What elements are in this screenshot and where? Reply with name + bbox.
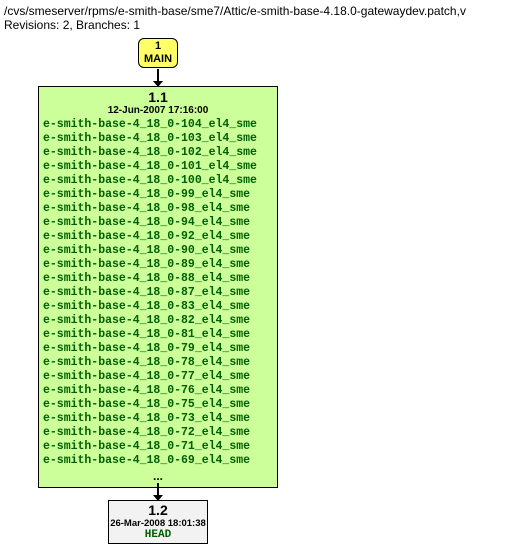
revision-node-1-2[interactable]: 1.2 26-Mar-2008 18:01:38 HEAD xyxy=(108,500,208,544)
tag-item: e-smith-base-4_18_0-87_el4_sme xyxy=(43,286,273,300)
tag-item: e-smith-base-4_18_0-79_el4_sme xyxy=(43,342,273,356)
tag-item: e-smith-base-4_18_0-76_el4_sme xyxy=(43,384,273,398)
tag-item: e-smith-base-4_18_0-77_el4_sme xyxy=(43,370,273,384)
tag-item: e-smith-base-4_18_0-72_el4_sme xyxy=(43,426,273,440)
tag-item: e-smith-base-4_18_0-71_el4_sme xyxy=(43,440,273,454)
header: /cvs/smeserver/rpms/e-smith-base/sme7/At… xyxy=(0,0,512,34)
tag-item: e-smith-base-4_18_0-90_el4_sme xyxy=(43,244,273,258)
tag-item: e-smith-base-4_18_0-83_el4_sme xyxy=(43,300,273,314)
tag-item: e-smith-base-4_18_0-88_el4_sme xyxy=(43,272,273,286)
tag-item: e-smith-base-4_18_0-101_el4_sme xyxy=(43,160,273,174)
graph-canvas: 1 MAIN 1.1 12-Jun-2007 17:16:00 e-smith-… xyxy=(0,34,512,546)
arrow-icon xyxy=(157,69,159,81)
branch-node-main[interactable]: 1 MAIN xyxy=(138,38,178,68)
tag-item: e-smith-base-4_18_0-104_el4_sme xyxy=(43,118,273,132)
revision-version: 1.1 xyxy=(39,87,277,105)
tag-item: e-smith-base-4_18_0-81_el4_sme xyxy=(43,328,273,342)
tag-item: e-smith-base-4_18_0-99_el4_sme xyxy=(43,188,273,202)
rev-summary: Revisions: 2, Branches: 1 xyxy=(4,18,508,32)
branch-label: MAIN xyxy=(139,53,177,66)
branch-number: 1 xyxy=(139,40,177,53)
tag-item: e-smith-base-4_18_0-82_el4_sme xyxy=(43,314,273,328)
tag-item: e-smith-base-4_18_0-100_el4_sme xyxy=(43,174,273,188)
tag-item: e-smith-base-4_18_0-75_el4_sme xyxy=(43,398,273,412)
tag-item: e-smith-base-4_18_0-69_el4_sme xyxy=(43,454,273,468)
revision-node-1-1[interactable]: 1.1 12-Jun-2007 17:16:00 e-smith-base-4_… xyxy=(38,86,278,488)
tag-item: e-smith-base-4_18_0-92_el4_sme xyxy=(43,230,273,244)
revision-date: 26-Mar-2008 18:01:38 xyxy=(109,518,207,529)
arrow-icon xyxy=(157,483,159,495)
tag-list: e-smith-base-4_18_0-104_el4_sme e-smith-… xyxy=(39,118,277,468)
tag-item: e-smith-base-4_18_0-102_el4_sme xyxy=(43,146,273,160)
file-path: /cvs/smeserver/rpms/e-smith-base/sme7/At… xyxy=(4,4,508,18)
tags-ellipsis: ... xyxy=(39,468,277,483)
tag-item: e-smith-base-4_18_0-94_el4_sme xyxy=(43,216,273,230)
revision-version: 1.2 xyxy=(109,502,207,518)
tag-item: e-smith-base-4_18_0-78_el4_sme xyxy=(43,356,273,370)
tag-item: e-smith-base-4_18_0-98_el4_sme xyxy=(43,202,273,216)
revision-date: 12-Jun-2007 17:16:00 xyxy=(39,105,277,118)
head-label: HEAD xyxy=(109,529,207,541)
tag-item: e-smith-base-4_18_0-89_el4_sme xyxy=(43,258,273,272)
tag-item: e-smith-base-4_18_0-73_el4_sme xyxy=(43,412,273,426)
tag-item: e-smith-base-4_18_0-103_el4_sme xyxy=(43,132,273,146)
